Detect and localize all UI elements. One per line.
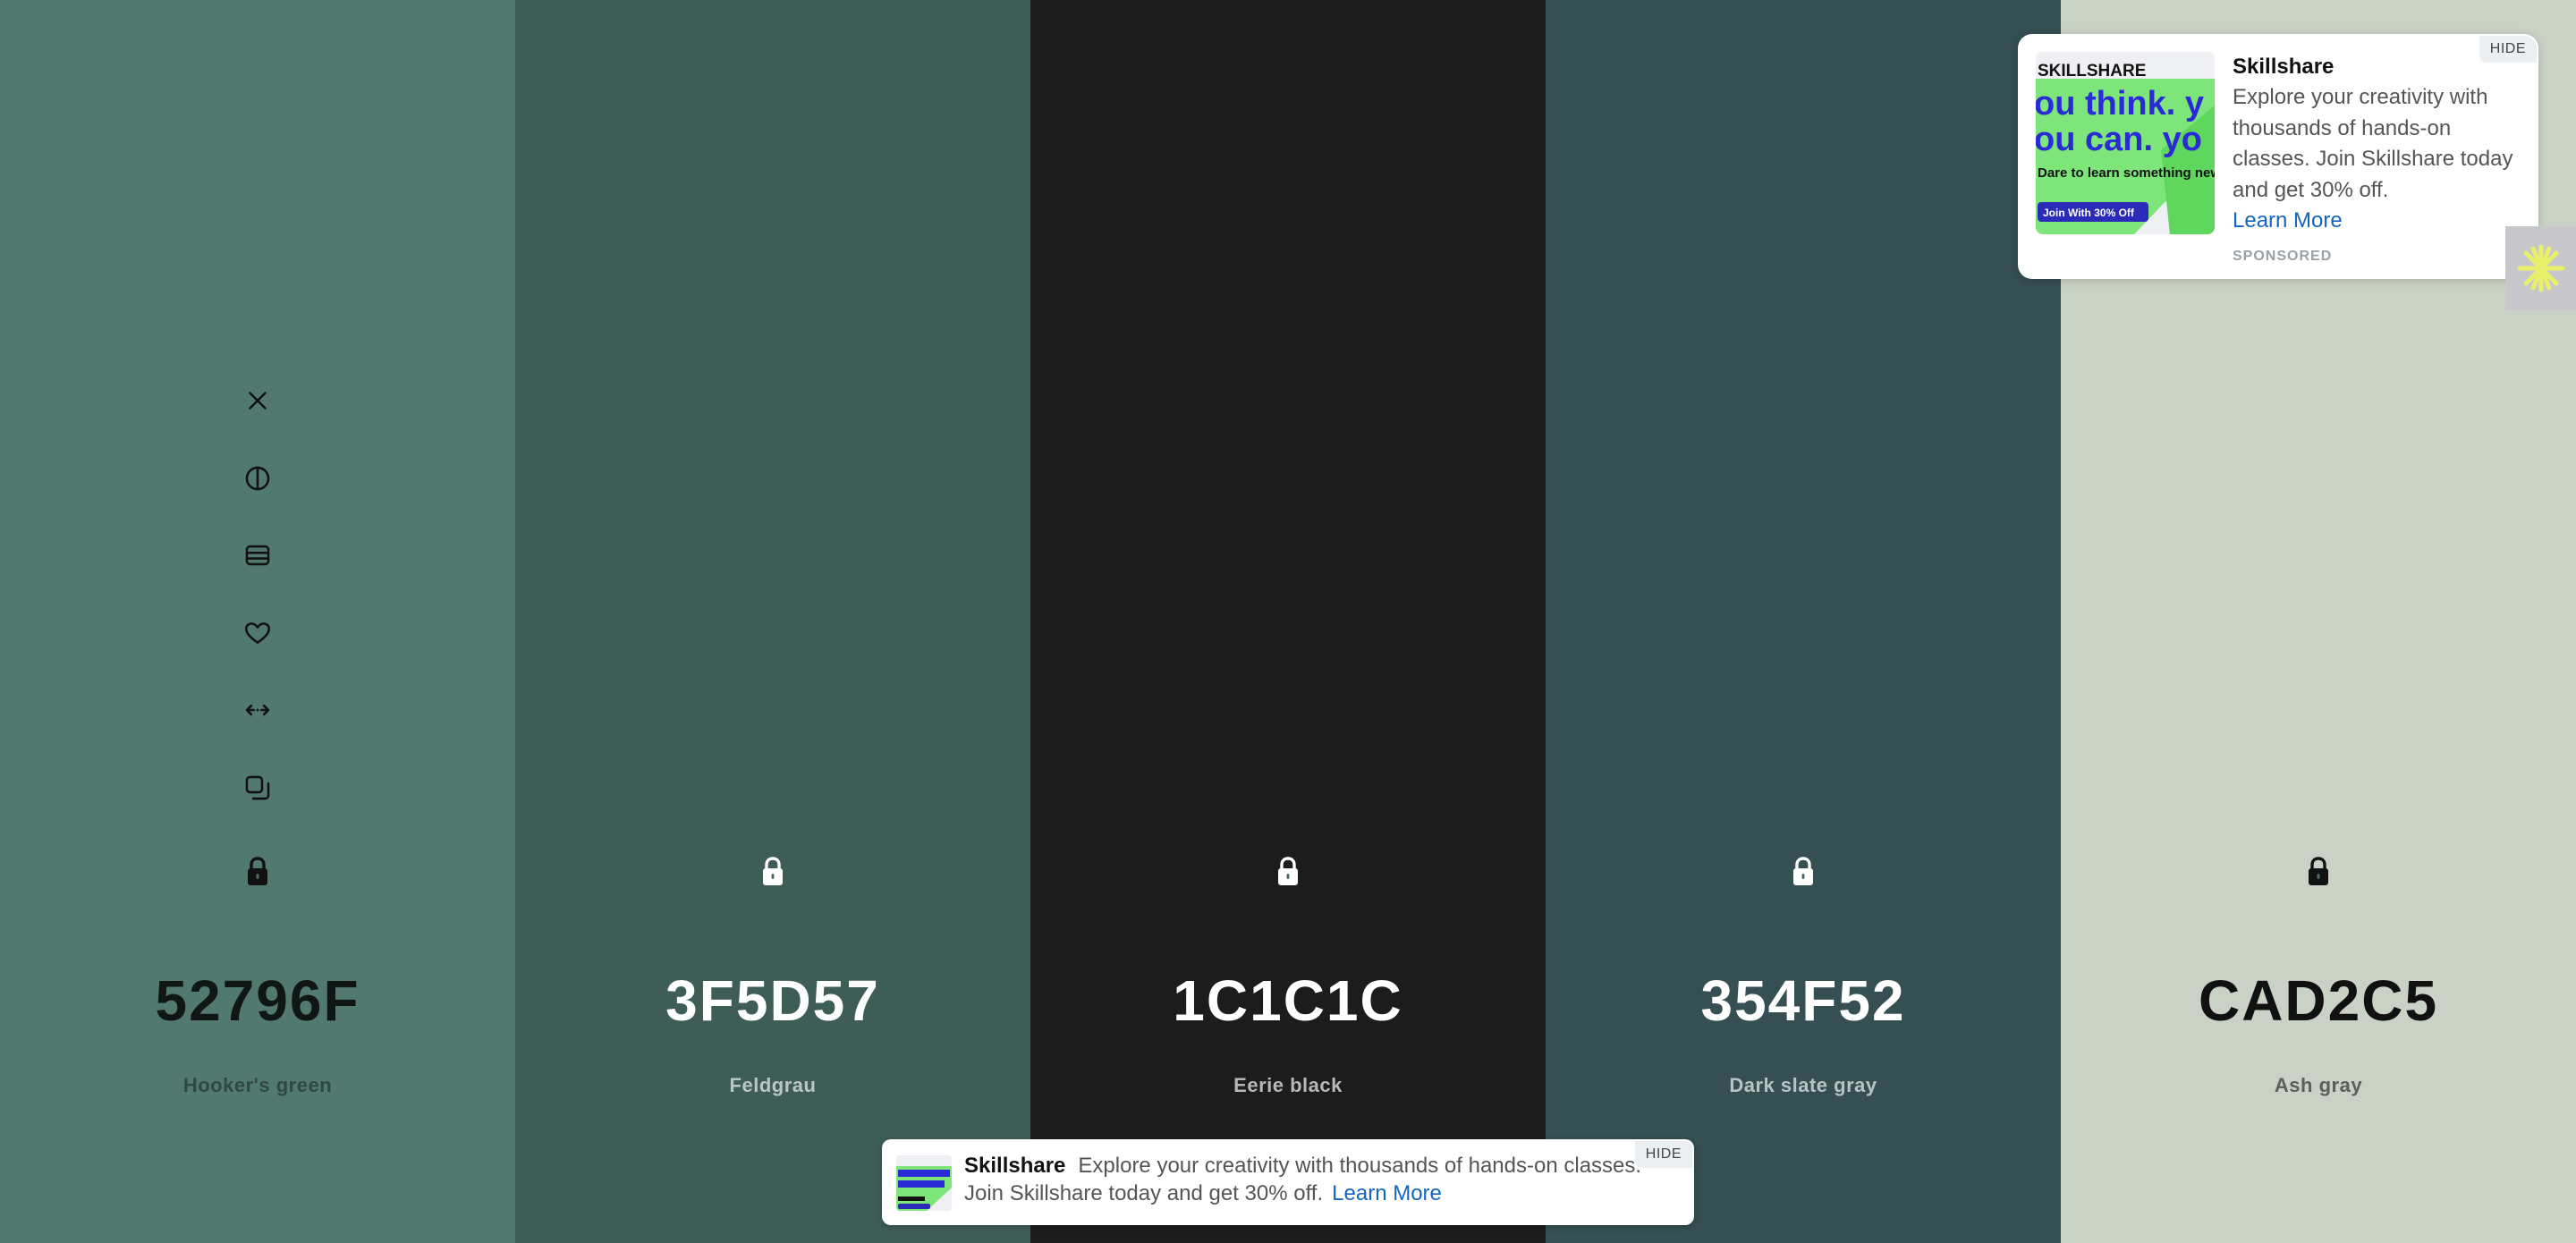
lock-button[interactable] xyxy=(753,852,792,892)
color-name[interactable]: Ash gray xyxy=(2061,1074,2576,1097)
ad-learn-more-link[interactable]: Learn More xyxy=(2233,206,2519,236)
swatch-toolbar xyxy=(0,381,515,845)
color-swatch[interactable]: 3F5D57 Feldgrau xyxy=(515,0,1030,1243)
drag-icon xyxy=(245,704,270,716)
lock-button[interactable] xyxy=(238,852,277,892)
color-name[interactable]: Dark slate gray xyxy=(1546,1074,2061,1097)
lock-button[interactable] xyxy=(1784,852,1823,892)
bottom-ad-description: Explore your creativity with thousands o… xyxy=(964,1154,1642,1205)
ad-title[interactable]: Skillshare xyxy=(2233,52,2519,82)
bottom-ad[interactable]: Skillshare Explore your creativity with t… xyxy=(882,1139,1694,1225)
color-swatch[interactable]: 354F52 Dark slate gray xyxy=(1546,0,2061,1243)
copy-icon xyxy=(245,775,270,799)
close-button[interactable] xyxy=(238,381,277,420)
shades-icon xyxy=(245,545,270,566)
ad-sponsored-label: SPONSORED xyxy=(2233,249,2333,264)
asterisk-icon xyxy=(2517,244,2564,292)
heart-button[interactable] xyxy=(238,613,277,653)
ad-card[interactable]: HIDE SKILLSHARE ou think. y ou can. yo D… xyxy=(2018,34,2538,279)
ad-body: Skillshare Explore your creativity with … xyxy=(2233,52,2519,265)
lock-button[interactable] xyxy=(1268,852,1308,892)
ad-thumb-headline-1: ou think. y xyxy=(2036,85,2204,123)
ad-thumb-headline-2: ou can. yo xyxy=(2036,121,2202,158)
hex-code[interactable]: CAD2C5 xyxy=(2061,968,2576,1034)
lock-icon xyxy=(1793,857,1813,885)
color-swatch[interactable]: 52796F Hooker's green xyxy=(0,0,515,1243)
bottom-ad-text: Skillshare Explore your creativity with t… xyxy=(964,1152,1644,1207)
ad-thumb-brand: SKILLSHARE xyxy=(2038,62,2146,80)
color-swatch[interactable]: 1C1C1C Eerie black xyxy=(1030,0,1546,1243)
bottom-ad-title[interactable]: Skillshare xyxy=(964,1154,1065,1178)
lock-icon xyxy=(2309,857,2328,885)
contrast-icon xyxy=(245,466,270,490)
shades-button[interactable] xyxy=(238,536,277,575)
color-name[interactable]: Hooker's green xyxy=(0,1074,515,1097)
close-icon xyxy=(249,392,267,410)
contrast-button[interactable] xyxy=(238,459,277,498)
hex-code[interactable]: 52796F xyxy=(0,968,515,1034)
ad-thumb-tagline: Dare to learn something new. xyxy=(2038,165,2215,181)
color-name[interactable]: Feldgrau xyxy=(515,1074,1030,1097)
hex-code[interactable]: 3F5D57 xyxy=(515,968,1030,1034)
hex-code[interactable]: 1C1C1C xyxy=(1030,968,1546,1034)
heart-icon xyxy=(244,622,271,644)
drag-button[interactable] xyxy=(238,690,277,730)
hex-code[interactable]: 354F52 xyxy=(1546,968,2061,1034)
bottom-ad-thumbnail[interactable] xyxy=(896,1155,952,1211)
bottom-ad-thumbnail-art xyxy=(896,1155,952,1211)
lock-icon xyxy=(248,857,267,885)
ad-thumb-cta: Join With 30% Off xyxy=(2043,207,2135,219)
ad-thumbnail-art: SKILLSHARE ou think. y ou can. yo Dare t… xyxy=(2036,52,2215,234)
lock-button[interactable] xyxy=(2299,852,2338,892)
color-name[interactable]: Eerie black xyxy=(1030,1074,1546,1097)
side-tab[interactable] xyxy=(2505,226,2576,310)
lock-icon xyxy=(763,857,783,885)
ad-description: Explore your creativity with thousands o… xyxy=(2233,85,2513,202)
ad-thumbnail[interactable]: SKILLSHARE ou think. y ou can. yo Dare t… xyxy=(2036,52,2215,234)
lock-icon xyxy=(1278,857,1298,885)
bottom-ad-learn-more-link[interactable]: Learn More xyxy=(1332,1181,1442,1205)
copy-button[interactable] xyxy=(238,768,277,808)
bottom-ad-hide-button[interactable]: HIDE xyxy=(1634,1141,1692,1168)
